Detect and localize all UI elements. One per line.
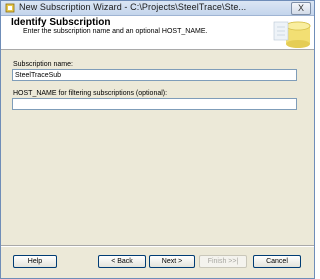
host-name-field[interactable] — [12, 98, 297, 110]
finish-button[interactable]: Finish >>| — [199, 255, 247, 268]
wizard-window: New Subscription Wizard - C:\Projects\St… — [0, 0, 315, 279]
back-button[interactable]: < Back — [98, 255, 146, 268]
help-button[interactable]: Help — [13, 255, 57, 268]
window-title: New Subscription Wizard - C:\Projects\St… — [19, 2, 247, 12]
wizard-header: Identify Subscription Enter the subscrip… — [1, 16, 314, 50]
database-cylinder-icon — [268, 16, 312, 49]
footer-divider — [1, 245, 314, 247]
title-bar[interactable]: New Subscription Wizard - C:\Projects\St… — [1, 1, 314, 16]
subscription-name-value: SteelTraceSub — [15, 72, 62, 79]
host-name-label: HOST_NAME for filtering subscriptions (o… — [13, 90, 168, 97]
subscription-name-label: Subscription name: — [13, 61, 73, 68]
close-icon: X — [297, 3, 304, 13]
page-title: Identify Subscription — [11, 17, 111, 28]
close-button[interactable]: X — [291, 2, 311, 15]
wizard-app-icon — [5, 3, 15, 13]
page-subtitle: Enter the subscription name and an optio… — [23, 28, 208, 35]
subscription-name-field[interactable]: SteelTraceSub — [12, 69, 297, 81]
cancel-button[interactable]: Cancel — [253, 255, 301, 268]
next-button[interactable]: Next > — [149, 255, 195, 268]
